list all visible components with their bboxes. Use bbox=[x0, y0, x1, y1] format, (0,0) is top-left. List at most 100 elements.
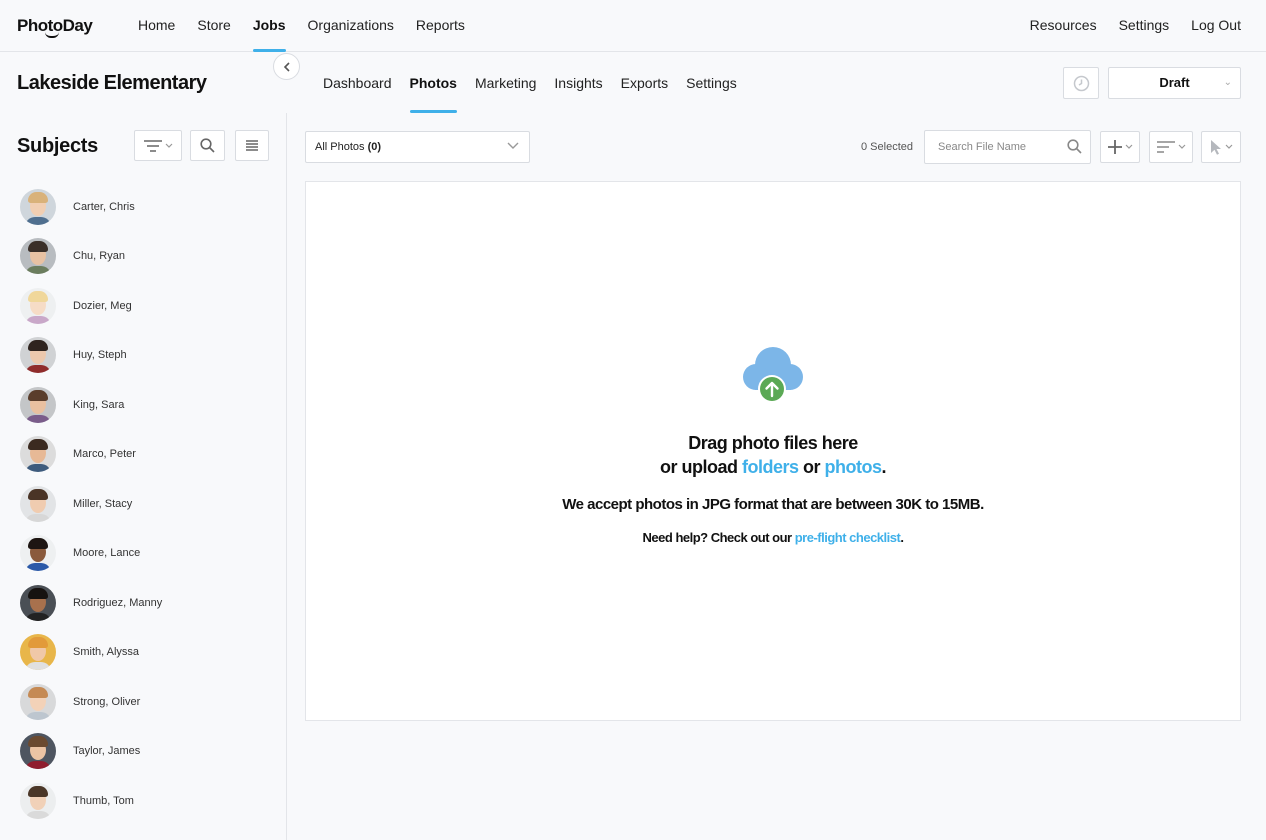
avatar bbox=[20, 485, 56, 522]
avatar bbox=[20, 238, 56, 275]
chevron-left-icon bbox=[283, 61, 290, 72]
subject-name: Marco, Peter bbox=[73, 448, 136, 461]
collapse-sidebar-button[interactable] bbox=[273, 53, 300, 80]
job-title: Lakeside Elementary bbox=[17, 72, 207, 94]
subject-item[interactable]: Huy, Steph bbox=[20, 331, 270, 381]
nav-settings[interactable]: Settings bbox=[1119, 0, 1170, 52]
subject-name: Dozier, Meg bbox=[73, 299, 132, 312]
chevron-down-icon bbox=[507, 132, 519, 162]
subject-item[interactable]: Dozier, Meg bbox=[20, 281, 270, 331]
selected-count: 0 Selected bbox=[861, 141, 913, 153]
subject-name: Rodriguez, Manny bbox=[73, 596, 163, 609]
subject-name: Taylor, James bbox=[73, 745, 141, 758]
help-prefix: Need help? Check out our bbox=[642, 530, 795, 545]
subject-name: Moore, Lance bbox=[73, 547, 141, 560]
subject-name: Miller, Stacy bbox=[73, 497, 133, 510]
upload-folders-link[interactable]: folders bbox=[742, 457, 799, 477]
job-timeline-button[interactable] bbox=[1063, 67, 1099, 99]
nav-logout[interactable]: Log Out bbox=[1191, 0, 1241, 52]
avatar bbox=[20, 337, 56, 374]
subject-name: Huy, Steph bbox=[73, 349, 127, 362]
avatar bbox=[20, 436, 56, 473]
subject-item[interactable]: Smith, Alyssa bbox=[20, 628, 270, 678]
preflight-checklist-link[interactable]: pre-flight checklist bbox=[795, 530, 901, 545]
chevron-down-icon: ⌄ bbox=[1223, 77, 1232, 88]
filter-icon bbox=[144, 139, 173, 152]
nav-home[interactable]: Home bbox=[138, 0, 175, 52]
subjects-title: Subjects bbox=[17, 135, 98, 157]
top-nav: PhotoDay Home Store Jobs Organizations R… bbox=[0, 0, 1266, 52]
subject-item[interactable]: Strong, Oliver bbox=[20, 677, 270, 727]
subject-item[interactable]: Thumb, Tom bbox=[20, 776, 270, 826]
tab-photos[interactable]: Photos bbox=[409, 57, 458, 113]
select-menu-button[interactable] bbox=[1201, 131, 1241, 163]
accepted-formats-text: We accept photos in JPG format that are … bbox=[562, 496, 984, 513]
avatar bbox=[20, 634, 56, 671]
subject-name: Strong, Oliver bbox=[73, 695, 141, 708]
avatar bbox=[20, 386, 56, 423]
photo-filter-count: (0) bbox=[367, 141, 382, 153]
subject-item[interactable]: King, Sara bbox=[20, 380, 270, 430]
subjects-list-view-button[interactable] bbox=[235, 130, 269, 161]
subjects-sidebar: Subjects Carter, Chris Chu, Ryan Dozier, M… bbox=[0, 113, 287, 840]
subject-item[interactable]: Miller, Stacy bbox=[20, 479, 270, 529]
subject-item[interactable]: Moore, Lance bbox=[20, 529, 270, 579]
tab-exports[interactable]: Exports bbox=[621, 57, 668, 113]
subjects-list: Carter, Chris Chu, Ryan Dozier, Meg Huy, St… bbox=[20, 182, 270, 826]
clock-icon bbox=[1073, 75, 1089, 91]
subject-name: King, Sara bbox=[73, 398, 125, 411]
sort-menu-button[interactable] bbox=[1149, 131, 1193, 163]
tab-marketing[interactable]: Marketing bbox=[475, 57, 536, 113]
photo-drop-zone[interactable]: Drag photo files here or upload folders … bbox=[305, 181, 1241, 721]
help-suffix: . bbox=[900, 530, 904, 545]
add-menu-button[interactable] bbox=[1100, 131, 1140, 163]
tab-insights[interactable]: Insights bbox=[554, 57, 602, 113]
cursor-icon bbox=[1211, 139, 1221, 155]
file-search-box bbox=[924, 130, 1091, 164]
nav-resources[interactable]: Resources bbox=[1030, 0, 1097, 52]
help-line: Need help? Check out our pre-flight chec… bbox=[306, 530, 1240, 545]
search-icon bbox=[200, 138, 215, 153]
photoday-logo[interactable]: PhotoDay bbox=[17, 16, 93, 38]
nav-reports[interactable]: Reports bbox=[416, 0, 465, 52]
subject-item[interactable]: Carter, Chris bbox=[20, 182, 270, 232]
avatar bbox=[20, 782, 56, 819]
subject-name: Chu, Ryan bbox=[73, 250, 125, 263]
sort-icon bbox=[1157, 141, 1175, 153]
plus-icon bbox=[1108, 140, 1122, 154]
tab-settings[interactable]: Settings bbox=[686, 57, 737, 113]
main-nav: Home Store Jobs Organizations Reports bbox=[138, 0, 487, 52]
subjects-filter-button[interactable] bbox=[134, 130, 182, 161]
subject-name: Thumb, Tom bbox=[73, 794, 134, 807]
subject-item[interactable]: Taylor, James bbox=[20, 727, 270, 777]
chevron-down-icon bbox=[1225, 144, 1233, 149]
avatar bbox=[20, 584, 56, 621]
job-status-dropdown[interactable]: Draft ⌄ bbox=[1108, 67, 1241, 99]
subjects-search-button[interactable] bbox=[190, 130, 225, 161]
subject-item[interactable]: Marco, Peter bbox=[20, 430, 270, 480]
avatar bbox=[20, 535, 56, 572]
chevron-down-icon bbox=[1178, 144, 1186, 149]
nav-organizations[interactable]: Organizations bbox=[308, 0, 394, 52]
subject-item[interactable]: Chu, Ryan bbox=[20, 232, 270, 282]
drop-zone-heading: Drag photo files here bbox=[688, 433, 858, 453]
avatar bbox=[20, 683, 56, 720]
nav-store[interactable]: Store bbox=[197, 0, 230, 52]
upload-photos-link[interactable]: photos bbox=[825, 457, 883, 477]
account-nav: Resources Settings Log Out bbox=[1008, 0, 1241, 52]
photo-filter-label: All Photos bbox=[315, 141, 365, 153]
search-icon[interactable] bbox=[1067, 139, 1082, 154]
job-status-label: Draft bbox=[1159, 75, 1190, 90]
nav-jobs[interactable]: Jobs bbox=[252, 0, 286, 52]
avatar bbox=[20, 733, 56, 770]
tab-dashboard[interactable]: Dashboard bbox=[323, 57, 392, 113]
job-tabs: Dashboard Photos Marketing Insights Expo… bbox=[323, 57, 755, 113]
avatar bbox=[20, 188, 56, 225]
chevron-down-icon bbox=[1125, 144, 1133, 149]
avatar bbox=[20, 287, 56, 324]
file-search-input[interactable] bbox=[925, 131, 1055, 163]
subject-item[interactable]: Rodriguez, Manny bbox=[20, 578, 270, 628]
photo-filter-dropdown[interactable]: All Photos (0) bbox=[305, 131, 530, 163]
cloud-upload-icon bbox=[743, 347, 803, 403]
upload-suffix: . bbox=[881, 457, 887, 477]
